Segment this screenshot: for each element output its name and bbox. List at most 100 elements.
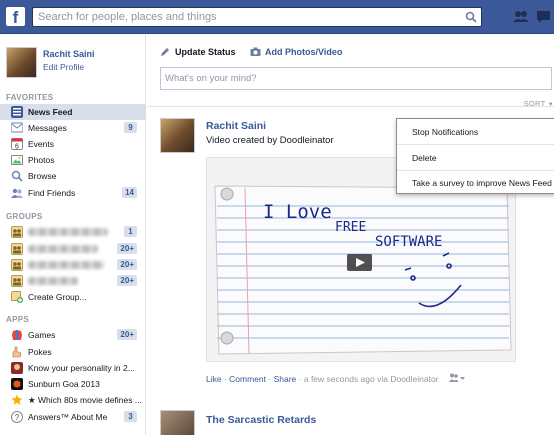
group-icon: [11, 275, 23, 287]
sidebar-item-label: News Feed: [28, 107, 73, 117]
doodle-text-software: SOFTWARE: [375, 234, 442, 250]
sidebar-item-label: Games: [28, 330, 56, 340]
sidebar-item-app[interactable]: ★ Which 80s movie defines ...: [0, 392, 145, 408]
tab-label: Update Status: [175, 47, 236, 57]
count-badge: 20+: [117, 275, 137, 286]
apps-heading: APPS: [6, 315, 29, 324]
sidebar-item-group[interactable]: 20+: [0, 273, 145, 289]
sidebar-item-label: Find Friends: [28, 188, 76, 198]
count-badge: 20+: [117, 243, 137, 254]
left-sidebar: Rachit Saini Edit Profile FAVORITES News…: [0, 35, 146, 435]
feed-divider: [147, 106, 554, 107]
favorites-heading: FAVORITES: [6, 93, 54, 102]
svg-text:?: ?: [15, 413, 20, 422]
doodle-text-love: I Love: [263, 201, 332, 223]
post-subtitle: Video created by Doodleinator: [206, 135, 334, 146]
tab-update-status[interactable]: Update Status: [160, 47, 236, 57]
games-icon: [12, 330, 22, 340]
group-icon: [11, 259, 23, 271]
menu-item-delete[interactable]: Delete: [397, 149, 554, 167]
count-badge: 14: [122, 187, 137, 198]
groups-heading: GROUPS: [6, 212, 43, 221]
blurred-group-name: [28, 261, 104, 269]
post-timestamp: a few seconds ago via Doodleinator: [303, 374, 439, 384]
group-icon: [11, 243, 23, 255]
doodle-text-free: FREE: [335, 220, 366, 235]
composer-box: [160, 67, 552, 90]
sunburn-app-icon: [11, 378, 23, 390]
tab-add-photos[interactable]: Add Photos/Video: [250, 47, 342, 57]
sidebar-item-messages[interactable]: Messages 9: [0, 120, 145, 136]
post-author[interactable]: The Sarcastic Retards: [206, 414, 316, 426]
avatar[interactable]: [6, 47, 37, 78]
like-link[interactable]: Like: [206, 374, 222, 384]
sidebar-item-events[interactable]: 6 Events: [0, 136, 145, 152]
audience-icon[interactable]: [448, 373, 465, 384]
photos-icon: [11, 155, 23, 165]
sidebar-item-label: Messages: [28, 123, 67, 133]
messages-icon[interactable]: [535, 8, 553, 26]
menu-item-survey[interactable]: Take a survey to improve News Feed: [397, 174, 554, 192]
news-feed: Update Status Add Photos/Video SORT ▼ Ra…: [147, 35, 554, 435]
sidebar-item-group[interactable]: 1: [0, 224, 145, 240]
profile-name[interactable]: Rachit Saini: [43, 49, 95, 59]
sidebar-item-label: Know your personality in 2...: [28, 363, 135, 373]
count-badge: 20+: [117, 259, 137, 270]
sidebar-item-photos[interactable]: Photos: [0, 152, 145, 168]
blurred-group-name: [28, 228, 108, 236]
menu-item-label: Take a survey to improve News Feed: [412, 178, 552, 188]
count-badge: 3: [124, 411, 137, 422]
avatar[interactable]: [160, 118, 195, 153]
poke-icon: [12, 346, 22, 358]
sidebar-item-app[interactable]: Know your personality in 2...: [0, 360, 145, 376]
sidebar-item-find-friends[interactable]: Find Friends 14: [0, 185, 145, 201]
sidebar-item-news-feed[interactable]: News Feed: [0, 104, 145, 120]
personality-app-icon: [11, 362, 23, 374]
sidebar-item-label: Events: [28, 139, 54, 149]
sidebar-item-create-group[interactable]: Create Group...: [0, 289, 145, 305]
count-badge: 9: [124, 122, 137, 133]
menu-divider: [397, 144, 554, 145]
create-group-icon: [11, 291, 23, 303]
sidebar-item-games[interactable]: Games 20+: [0, 327, 145, 343]
news-feed-icon: [11, 106, 23, 118]
sidebar-item-pokes[interactable]: Pokes: [0, 344, 145, 360]
search-input[interactable]: [33, 8, 453, 26]
messages-icon: [11, 122, 23, 133]
search-box: [32, 7, 482, 27]
menu-item-label: Stop Notifications: [412, 127, 479, 137]
browse-icon: [11, 170, 23, 182]
comment-link[interactable]: Comment: [229, 374, 266, 384]
post-actions: Like · Comment · Share · a few seconds a…: [206, 373, 465, 384]
chevron-down-icon: ▼: [547, 102, 554, 108]
tab-label: Add Photos/Video: [265, 47, 343, 57]
friend-requests-icon[interactable]: [512, 8, 530, 26]
sidebar-item-app[interactable]: ? Answers™ About Me 3: [0, 409, 145, 425]
sidebar-item-label: Answers™ About Me: [28, 412, 108, 422]
sidebar-item-label: Browse: [28, 171, 57, 181]
sidebar-item-label: ★ Which 80s movie defines ...: [28, 395, 142, 405]
find-friends-icon: [11, 188, 23, 198]
menu-item-stop-notifications[interactable]: Stop Notifications: [397, 123, 554, 141]
sidebar-item-app[interactable]: Sunburn Goa 2013: [0, 376, 145, 392]
post-author[interactable]: Rachit Saini: [206, 120, 266, 132]
group-icon: [11, 226, 23, 238]
pencil-icon: [161, 48, 169, 56]
star-icon: [11, 394, 23, 405]
blurred-group-name: [28, 277, 78, 285]
facebook-logo[interactable]: f: [6, 7, 25, 26]
top-bar: f: [0, 0, 554, 34]
sidebar-item-group[interactable]: 20+: [0, 257, 145, 273]
share-link[interactable]: Share: [274, 374, 297, 384]
search-icon[interactable]: [465, 11, 477, 23]
avatar[interactable]: [160, 410, 195, 435]
camera-icon: [250, 47, 261, 56]
edit-profile-link[interactable]: Edit Profile: [43, 62, 84, 72]
calendar-icon: 6: [11, 138, 23, 150]
count-badge: 20+: [117, 329, 137, 340]
sidebar-item-group[interactable]: 20+: [0, 241, 145, 257]
sidebar-item-label: Pokes: [28, 347, 52, 357]
sidebar-item-browse[interactable]: Browse: [0, 168, 145, 184]
status-input[interactable]: [161, 68, 541, 89]
svg-text:6: 6: [15, 144, 19, 151]
